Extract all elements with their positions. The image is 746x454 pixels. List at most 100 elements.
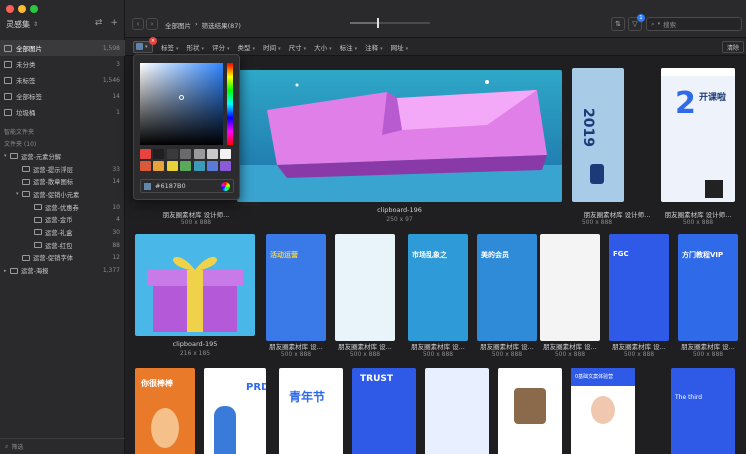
item-title: clipboard-196 [377,206,422,214]
sidebar-item-label: 全部标签 [16,93,42,101]
grid-item[interactable]: clipboard-195 216 x 185 [135,234,255,357]
grid-item[interactable]: 你很棒棒 [135,368,195,454]
folder-item[interactable]: 运营-金币 4 [0,213,125,226]
folder-item[interactable]: 运营-红包 88 [0,239,125,252]
color-swatch[interactable] [206,149,218,159]
grid-item[interactable]: 活动运营 朋友圈素材库 设... 500 x 888 [266,234,326,362]
sidebar-filter[interactable]: ⌕ 筛选 [0,438,125,454]
filter-button[interactable]: ▽ 1 [628,14,645,31]
saturation-value-area[interactable] [140,63,223,145]
sidebar-item-label: 全部图片 [16,45,42,53]
folder-item[interactable]: 运营-优惠券 10 [0,201,125,214]
grid-item[interactable]: 0基础文案体验营 [571,368,635,454]
color-swatch[interactable] [153,161,165,172]
filter-option[interactable]: 标注 ▾ [340,42,358,52]
filter-option[interactable]: 形状 ▾ [187,42,205,52]
chevron-down-icon: ▾ [201,45,205,52]
filter-option[interactable]: 标签 ▾ [161,42,179,52]
filter-option[interactable]: 时间 ▾ [263,42,281,52]
folder-item[interactable]: 运营-礼盒 30 [0,226,125,239]
sort-button[interactable]: ⇅ [611,17,625,31]
sidebar-item-trash[interactable]: 垃圾桶 1 [0,104,125,120]
remove-color-filter-icon[interactable]: × [149,36,157,45]
grid-item[interactable]: 美的会员 朋友圈素材库 设... 500 x 888 [477,234,537,362]
folder-item[interactable]: 运营-提示浮层 33 [0,163,125,176]
color-swatch[interactable] [166,149,178,159]
add-icon[interactable]: + [110,18,118,28]
grid-item[interactable]: 朋友圈素材库 设... 500 x 888 [540,234,600,362]
minimize-window-button[interactable] [18,5,26,13]
color-swatch[interactable] [166,161,178,172]
grid-item[interactable]: clipboard-196 250 x 97 [237,70,562,236]
folder-item[interactable]: ▾ 运营-元素分解 [0,150,125,163]
color-swatch[interactable] [180,161,192,172]
maximize-window-button[interactable] [30,5,38,13]
color-swatch[interactable] [193,149,205,159]
grid-item[interactable] [425,368,489,454]
folder-count: 33 [112,165,120,173]
grid-item[interactable]: 市场乱象之 朋友圈素材库 设... 500 x 888 [408,234,468,362]
folder-item[interactable]: ▾ 运营-促销小元素 [0,188,125,201]
color-cursor[interactable] [179,95,184,100]
color-filter-chip[interactable]: ▾ × [133,36,157,53]
grid-item[interactable]: 2 开课啦 朋友圈素材库 设计师... 500 x 888 [661,68,735,234]
envelope-illustration [237,80,562,202]
hex-input[interactable]: #6187B0 [140,179,234,193]
chevron-right-icon: › [150,20,154,28]
filter-option[interactable]: 注释 ▾ [365,42,383,52]
color-swatch[interactable] [206,161,218,172]
grid-item[interactable]: PRD [204,368,266,454]
grid-item[interactable]: FGC 朋友圈素材库 设... 500 x 888 [609,234,669,362]
forward-button[interactable]: › [146,18,158,30]
folder-item[interactable]: 运营-促销字体 12 [0,252,125,265]
folder-item[interactable]: 运营-散章图标 14 [0,175,125,188]
grid-item[interactable] [498,368,562,454]
clear-filters-button[interactable]: 清除 [721,41,744,53]
thumbnail: 2 开课啦 [661,68,735,202]
breadcrumb-root[interactable]: 全部图片 [165,20,191,30]
grid-item[interactable]: The third [671,368,735,454]
folder-item[interactable]: ▸ 运营-海报 1,377 [0,264,125,277]
color-swatch[interactable] [153,149,165,159]
folders-heading: 文件夹 (10) [4,141,37,148]
grid-item[interactable]: 2019 朋友圈素材库 设计师... 500 x 888 [572,68,650,234]
thumbnail: 活动运营 [266,234,326,341]
color-swatch[interactable] [220,161,232,172]
close-window-button[interactable] [6,5,14,13]
filter-option-label: 时间 [263,43,277,52]
swap-icon[interactable]: ⇄ [95,18,103,28]
filter-option[interactable]: 大小 ▾ [314,42,332,52]
library-switcher[interactable]: 灵感集 ⇕ [6,19,38,30]
back-button[interactable]: ‹ [132,18,144,30]
color-swatch[interactable] [193,161,205,172]
folder-icon [34,216,42,223]
zoom-slider[interactable] [350,18,430,28]
thumbnail: The third [671,368,735,454]
folder-label: 运营-促销字体 [33,255,74,263]
color-swatch[interactable] [140,161,151,172]
grid-item[interactable]: TRUST [352,368,416,454]
color-swatch[interactable] [220,149,232,159]
sidebar-item-all-tags[interactable]: 全部标签 14 [0,88,125,104]
filter-option[interactable]: 类型 ▾ [238,42,256,52]
poster-title: PRD [246,382,266,393]
thumbnail: 2019 [572,68,624,202]
filter-option[interactable]: 网址 ▾ [391,42,409,52]
color-swatch[interactable] [180,149,192,159]
sidebar-item-untagged[interactable]: 未标签 1,546 [0,72,125,88]
thumbnail [135,234,255,336]
sidebar-item-uncategorized[interactable]: 未分类 3 [0,56,125,72]
search-input[interactable]: ⌕ ▾ 搜索 [646,17,742,31]
grid-item[interactable]: 方门教程VIP 朋友圈素材库 设... 500 x 888 [678,234,738,362]
zoom-knob[interactable] [377,18,379,28]
grid-item[interactable]: 青年节 [279,368,343,454]
hex-value: #6187B0 [155,182,186,190]
grid-item[interactable]: 朋友圈素材库 设... 500 x 888 [335,234,395,362]
filter-option[interactable]: 尺寸 ▾ [289,42,307,52]
sidebar-item-all-images[interactable]: 全部图片 1,598 [0,40,125,56]
color-swatch[interactable] [140,149,151,159]
filter-option[interactable]: 评分 ▾ [212,42,230,52]
hue-slider[interactable] [227,63,233,145]
color-wheel-icon[interactable] [221,181,230,191]
chevron-updown-icon: ⇕ [33,21,39,28]
